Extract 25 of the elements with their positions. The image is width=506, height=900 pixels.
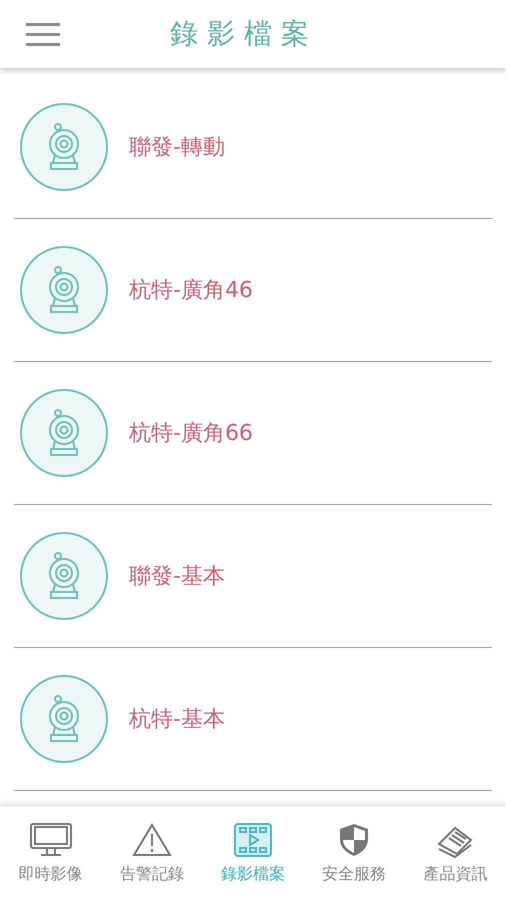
- nav-tab[interactable]: 產品資訊: [404, 806, 506, 900]
- warning-icon: [132, 822, 172, 858]
- camera-name: 杭特-廣角46: [129, 277, 253, 305]
- nav-tab[interactable]: 即時影像: [0, 806, 102, 900]
- camera-list-item[interactable]: 聯發-基本: [14, 505, 492, 648]
- camera-list-item[interactable]: 杭特-廣角46: [14, 219, 492, 362]
- webcam-icon: [19, 674, 109, 764]
- camera-list-item[interactable]: 杭特-基本: [14, 648, 492, 791]
- camera-name: 杭特-廣角66: [129, 420, 253, 448]
- camera-name: 聯發-基本: [129, 563, 225, 591]
- webcam-icon: [19, 102, 109, 192]
- nav-tab[interactable]: 安全服務: [304, 806, 405, 900]
- camera-name: 聯發-轉動: [129, 134, 225, 162]
- nav-tab[interactable]: 錄影檔案: [202, 806, 304, 900]
- camera-list-item[interactable]: 杭特-廣角66: [14, 362, 492, 505]
- film-play-icon: [233, 822, 273, 858]
- camera-name: 杭特-基本: [129, 706, 225, 734]
- screen-title: 錄影檔案: [170, 16, 318, 52]
- webcam-icon: [19, 245, 109, 335]
- monitor-icon: [28, 822, 73, 858]
- nav-tab[interactable]: 告警記錄: [101, 806, 202, 900]
- webcam-icon: [19, 531, 109, 621]
- webcam-icon: [19, 388, 109, 478]
- camera-list-item[interactable]: 聯發-轉動: [14, 76, 492, 219]
- menu-icon[interactable]: [26, 21, 60, 47]
